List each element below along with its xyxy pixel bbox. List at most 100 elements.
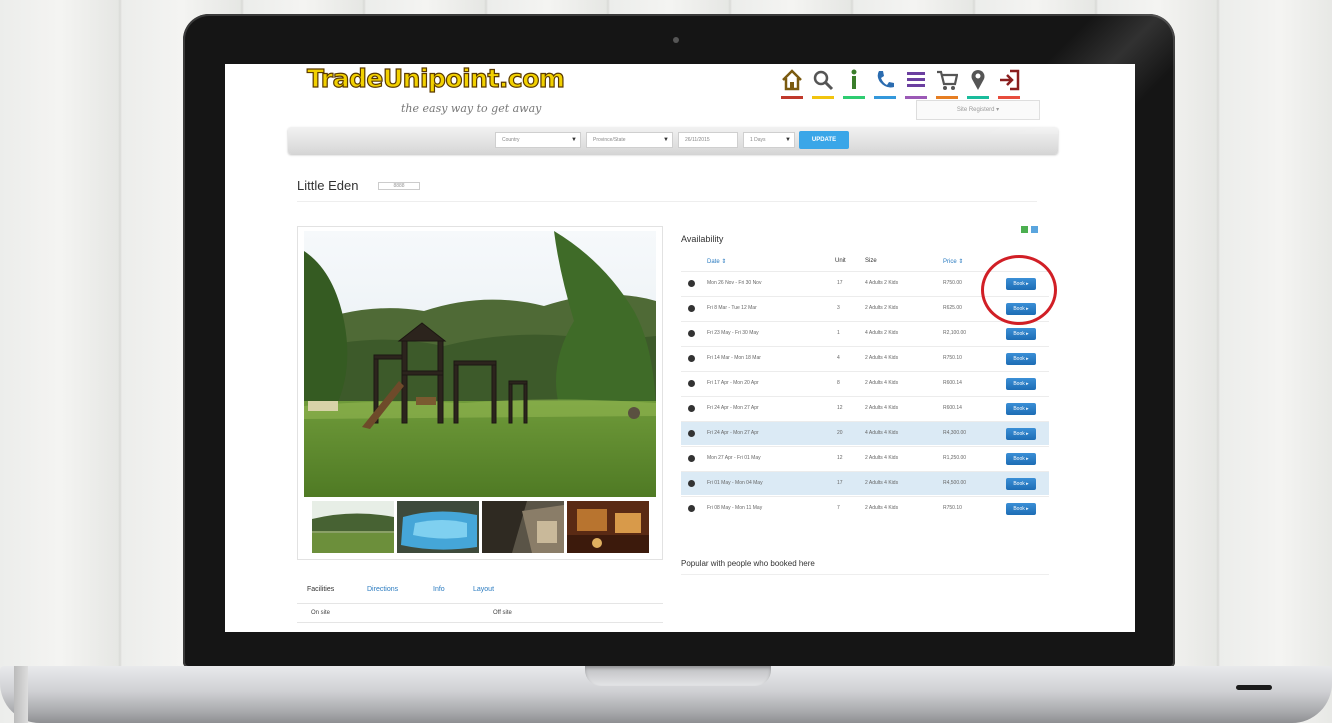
row-bullet [688,330,695,337]
row-size: 4 Adults 2 Kids [865,330,899,336]
province-select-value: Province/State [593,137,626,143]
row-unit: 20 [837,430,843,436]
row-price: R600.14 [943,380,962,386]
cart-icon[interactable] [936,68,959,94]
listing-badge: 8888 [378,182,420,190]
main-photo[interactable] [304,231,656,497]
table-row: Fri 23 May - Fri 30 May 1 4 Adults 2 Kids R… [681,321,1049,345]
thumbnail[interactable] [482,501,564,553]
phone-icon[interactable] [874,68,896,94]
row-unit: 1 [837,330,840,336]
thumbnail-strip [312,501,649,553]
price-column-header[interactable]: Price ⇕ [943,258,963,265]
icon-underline [936,96,958,99]
row-unit: 4 [837,355,840,361]
row-unit: 7 [837,505,840,511]
row-unit: 17 [837,280,843,286]
table-row: Fri 01 May - Mon 04 May 17 2 Adults 4 Kids… [681,471,1049,495]
site-logo[interactable]: TradeUnipoint.com [306,64,565,94]
menu-icon[interactable] [905,68,927,94]
province-select[interactable]: Province/State ▼ [586,132,673,148]
chevron-down-icon: ▼ [571,137,577,143]
book-button[interactable]: Book ▸ [1006,478,1036,490]
row-unit: 3 [837,305,840,311]
row-date: Fri 17 Apr - Mon 20 Apr [707,380,759,386]
row-bullet [688,305,695,312]
book-button[interactable]: Book ▸ [1006,453,1036,465]
highlight-circle [981,255,1057,325]
screen-glare [960,14,1175,134]
table-row: Mon 27 Apr - Fri 01 May 12 2 Adults 4 Kids… [681,446,1049,470]
thumbnail[interactable] [397,501,479,553]
nights-select[interactable]: 1 Days ▼ [743,132,795,148]
row-unit: 12 [837,455,843,461]
book-button[interactable]: Book ▸ [1006,403,1036,415]
row-size: 2 Adults 4 Kids [865,505,899,511]
chevron-down-icon: ▼ [663,137,669,143]
row-date: Fri 14 Mar - Mon 18 Mar [707,355,761,361]
search-icon[interactable] [812,68,834,94]
book-button[interactable]: Book ▸ [1006,328,1036,340]
divider [681,574,1049,575]
photo-gallery [297,226,663,560]
row-price: R600.14 [943,405,962,411]
view-toggle[interactable] [1021,226,1038,233]
row-bullet [688,505,695,512]
row-date: Fri 01 May - Mon 04 May [707,480,763,486]
row-unit: 12 [837,405,843,411]
row-size: 2 Adults 4 Kids [865,455,899,461]
availability-title: Availability [681,234,724,244]
icon-underline [874,96,896,99]
row-bullet [688,455,695,462]
row-size: 4 Adults 4 Kids [865,430,899,436]
table-row: Fri 24 Apr - Mon 27 Apr 12 2 Adults 4 Kids… [681,396,1049,420]
thumbnail[interactable] [312,501,394,553]
row-price: R4,300.00 [943,430,967,436]
tab-info[interactable]: Info [433,586,445,593]
row-size: 2 Adults 4 Kids [865,355,899,361]
row-size: 2 Adults 4 Kids [865,380,899,386]
info-icon[interactable] [843,68,865,94]
row-bullet [688,480,695,487]
unit-column-header: Unit [835,258,846,264]
divider [297,201,1037,202]
date-input[interactable]: 26/11/2015 [678,132,738,148]
row-bullet [688,280,695,287]
nights-select-value: 1 Days [750,137,766,143]
home-icon[interactable] [781,68,803,94]
row-date: Fri 8 Mar - Tue 12 Mar [707,305,757,311]
search-bar [288,127,1058,154]
row-price: R750.10 [943,505,962,511]
row-price: R750.10 [943,355,962,361]
row-size: 4 Adults 2 Kids [865,280,899,286]
book-button[interactable]: Book ▸ [1006,353,1036,365]
table-row: Fri 08 May - Mon 11 May 7 2 Adults 4 Kids R… [681,496,1049,520]
info-tabs: Facilities Directions Info Layout [297,574,663,604]
row-price: R750.00 [943,280,962,286]
on-site-heading: On site [311,610,331,616]
grid-view-icon[interactable] [1021,226,1028,233]
row-size: 2 Adults 4 Kids [865,480,899,486]
site-tagline: the easy way to get away [401,102,542,115]
table-row: Fri 24 Apr - Mon 27 Apr 20 4 Adults 4 Kids… [681,421,1049,445]
icon-underline [781,96,803,99]
date-column-header[interactable]: Date ⇕ [707,258,726,265]
book-button[interactable]: Book ▸ [1006,378,1036,390]
country-select-value: Country [502,137,520,143]
book-button[interactable]: Book ▸ [1006,503,1036,515]
tab-layout[interactable]: Layout [473,586,494,593]
row-date: Fri 23 May - Fri 30 May [707,330,759,336]
row-size: 2 Adults 4 Kids [865,405,899,411]
list-view-icon[interactable] [1031,226,1038,233]
row-price: R625.00 [943,305,962,311]
thumbnail[interactable] [567,501,649,553]
row-bullet [688,405,695,412]
book-button[interactable]: Book ▸ [1006,428,1036,440]
country-select[interactable]: Country ▼ [495,132,581,148]
laptop-opening-notch [585,666,771,686]
tab-directions[interactable]: Directions [367,586,398,593]
tab-facilities[interactable]: Facilities [307,586,334,593]
row-date: Fri 08 May - Mon 11 May [707,505,763,511]
update-button[interactable]: UPDATE [799,131,849,149]
laptop-base-edge [14,666,28,723]
